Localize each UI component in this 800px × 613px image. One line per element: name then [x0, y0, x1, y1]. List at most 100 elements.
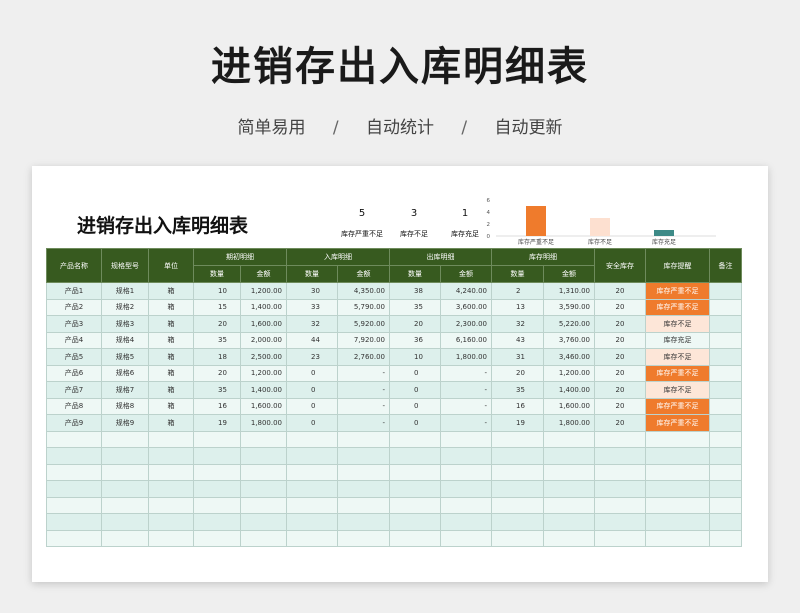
empty-cell[interactable]	[440, 447, 492, 465]
cell-opening-amount[interactable]: 2,000.00	[240, 331, 287, 349]
empty-cell[interactable]	[709, 529, 742, 547]
cell-opening-qty[interactable]: 20	[193, 315, 241, 333]
cell-spec[interactable]: 规格2	[101, 298, 149, 316]
cell-opening-amount[interactable]: 1,800.00	[240, 414, 287, 432]
cell-stock-qty[interactable]: 35	[491, 381, 544, 399]
empty-cell[interactable]	[337, 463, 390, 481]
cell-inbound-amount[interactable]: -	[337, 397, 390, 415]
cell-opening-amount[interactable]: 1,600.00	[240, 315, 287, 333]
empty-cell[interactable]	[286, 513, 338, 531]
cell-product-name[interactable]: 产品2	[46, 298, 102, 316]
cell-opening-amount[interactable]: 1,200.00	[240, 282, 287, 300]
cell-note[interactable]	[709, 315, 742, 333]
cell-stock-amount[interactable]: 3,760.00	[543, 331, 595, 349]
cell-spec[interactable]: 规格4	[101, 331, 149, 349]
cell-stock-qty[interactable]: 20	[491, 364, 544, 382]
empty-cell[interactable]	[286, 529, 338, 547]
cell-safety-stock[interactable]: 20	[594, 414, 646, 432]
cell-stock-amount[interactable]: 5,220.00	[543, 315, 595, 333]
cell-note[interactable]	[709, 282, 742, 300]
cell-inbound-qty[interactable]: 23	[286, 348, 338, 366]
empty-cell[interactable]	[240, 463, 287, 481]
cell-product-name[interactable]: 产品6	[46, 364, 102, 382]
empty-cell[interactable]	[645, 463, 710, 481]
cell-safety-stock[interactable]: 20	[594, 298, 646, 316]
cell-note[interactable]	[709, 298, 742, 316]
empty-cell[interactable]	[440, 463, 492, 481]
empty-cell[interactable]	[709, 513, 742, 531]
empty-cell[interactable]	[709, 447, 742, 465]
cell-outbound-qty[interactable]: 0	[389, 397, 441, 415]
empty-cell[interactable]	[240, 447, 287, 465]
empty-cell[interactable]	[46, 529, 102, 547]
cell-stock-amount[interactable]: 1,310.00	[543, 282, 595, 300]
cell-spec[interactable]: 规格9	[101, 414, 149, 432]
empty-cell[interactable]	[337, 496, 390, 514]
empty-cell[interactable]	[148, 447, 194, 465]
empty-cell[interactable]	[709, 430, 742, 448]
cell-spec[interactable]: 规格5	[101, 348, 149, 366]
cell-opening-amount[interactable]: 1,600.00	[240, 397, 287, 415]
cell-safety-stock[interactable]: 20	[594, 315, 646, 333]
cell-inbound-qty[interactable]: 30	[286, 282, 338, 300]
cell-outbound-amount[interactable]: 6,160.00	[440, 331, 492, 349]
empty-cell[interactable]	[46, 480, 102, 498]
cell-stock-amount[interactable]: 3,590.00	[543, 298, 595, 316]
empty-cell[interactable]	[594, 529, 646, 547]
empty-cell[interactable]	[491, 529, 544, 547]
cell-inbound-amount[interactable]: 4,350.00	[337, 282, 390, 300]
cell-inbound-qty[interactable]: 0	[286, 414, 338, 432]
cell-safety-stock[interactable]: 20	[594, 331, 646, 349]
cell-inbound-qty[interactable]: 0	[286, 364, 338, 382]
cell-stock-alert[interactable]: 库存严重不足	[645, 282, 710, 300]
empty-cell[interactable]	[709, 480, 742, 498]
empty-cell[interactable]	[101, 480, 149, 498]
empty-cell[interactable]	[543, 430, 595, 448]
cell-stock-amount[interactable]: 1,600.00	[543, 397, 595, 415]
cell-stock-alert[interactable]: 库存充足	[645, 331, 710, 349]
empty-cell[interactable]	[193, 480, 241, 498]
cell-opening-qty[interactable]: 15	[193, 298, 241, 316]
empty-cell[interactable]	[148, 496, 194, 514]
empty-cell[interactable]	[337, 430, 390, 448]
empty-cell[interactable]	[193, 447, 241, 465]
cell-opening-qty[interactable]: 19	[193, 414, 241, 432]
empty-cell[interactable]	[594, 463, 646, 481]
cell-stock-qty[interactable]: 32	[491, 315, 544, 333]
cell-product-name[interactable]: 产品5	[46, 348, 102, 366]
cell-opening-qty[interactable]: 35	[193, 331, 241, 349]
empty-cell[interactable]	[491, 463, 544, 481]
empty-cell[interactable]	[709, 463, 742, 481]
cell-outbound-qty[interactable]: 0	[389, 364, 441, 382]
cell-safety-stock[interactable]: 20	[594, 397, 646, 415]
cell-note[interactable]	[709, 397, 742, 415]
empty-cell[interactable]	[46, 447, 102, 465]
empty-cell[interactable]	[337, 513, 390, 531]
empty-cell[interactable]	[46, 463, 102, 481]
empty-cell[interactable]	[46, 496, 102, 514]
cell-spec[interactable]: 规格1	[101, 282, 149, 300]
cell-unit[interactable]: 箱	[148, 348, 194, 366]
cell-stock-amount[interactable]: 1,200.00	[543, 364, 595, 382]
empty-cell[interactable]	[440, 513, 492, 531]
cell-outbound-amount[interactable]: 2,300.00	[440, 315, 492, 333]
cell-inbound-amount[interactable]: -	[337, 414, 390, 432]
cell-unit[interactable]: 箱	[148, 331, 194, 349]
cell-stock-alert[interactable]: 库存不足	[645, 381, 710, 399]
cell-outbound-qty[interactable]: 36	[389, 331, 441, 349]
empty-cell[interactable]	[645, 480, 710, 498]
cell-product-name[interactable]: 产品7	[46, 381, 102, 399]
empty-cell[interactable]	[46, 513, 102, 531]
empty-cell[interactable]	[286, 447, 338, 465]
cell-safety-stock[interactable]: 20	[594, 364, 646, 382]
cell-outbound-amount[interactable]: -	[440, 364, 492, 382]
empty-cell[interactable]	[101, 496, 149, 514]
empty-cell[interactable]	[193, 430, 241, 448]
cell-stock-qty[interactable]: 16	[491, 397, 544, 415]
cell-stock-alert[interactable]: 库存严重不足	[645, 364, 710, 382]
empty-cell[interactable]	[286, 480, 338, 498]
cell-stock-alert[interactable]: 库存不足	[645, 348, 710, 366]
cell-outbound-amount[interactable]: -	[440, 381, 492, 399]
cell-inbound-amount[interactable]: 7,920.00	[337, 331, 390, 349]
cell-outbound-qty[interactable]: 0	[389, 414, 441, 432]
